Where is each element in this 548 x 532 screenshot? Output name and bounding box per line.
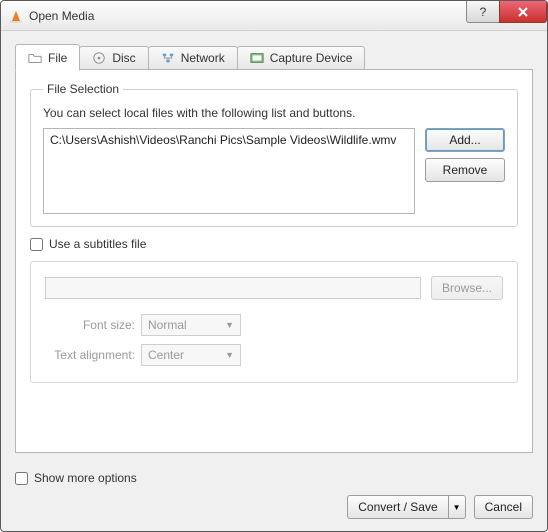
chevron-down-icon: ▼ <box>225 320 234 330</box>
file-list[interactable]: C:\Users\Ashish\Videos\Ranchi Pics\Sampl… <box>43 128 415 214</box>
folder-icon <box>28 51 42 65</box>
capture-icon <box>250 51 264 65</box>
remove-button[interactable]: Remove <box>425 158 505 182</box>
browse-button: Browse... <box>431 276 503 300</box>
show-more-label: Show more options <box>34 471 137 485</box>
network-icon <box>161 51 175 65</box>
show-more-row: Show more options <box>15 471 533 485</box>
dialog-footer: Show more options Convert / Save ▼ Cance… <box>1 463 547 531</box>
font-size-select: Normal ▼ <box>141 314 241 336</box>
tab-network[interactable]: Network <box>148 46 238 70</box>
file-selection-group: File Selection You can select local file… <box>30 82 518 227</box>
help-button[interactable]: ? <box>466 1 500 23</box>
convert-save-button[interactable]: Convert / Save <box>347 495 447 519</box>
tab-disc[interactable]: Disc <box>79 46 148 70</box>
use-subtitles-checkbox[interactable] <box>30 238 43 251</box>
content-area: File Disc Network Capture Device File Se… <box>1 31 547 463</box>
subtitles-group: Browse... Font size: Normal ▼ Text align… <box>30 261 518 383</box>
titlebar: Open Media ? <box>1 1 547 31</box>
tab-file-label: File <box>48 51 67 65</box>
close-button[interactable] <box>499 1 547 23</box>
tab-file[interactable]: File <box>15 44 80 71</box>
font-size-label: Font size: <box>45 318 135 332</box>
disc-icon <box>92 51 106 65</box>
use-subtitles-label: Use a subtitles file <box>49 237 146 251</box>
window-controls: ? <box>467 1 547 23</box>
convert-save-dropdown[interactable]: ▼ <box>448 495 466 519</box>
show-more-checkbox[interactable] <box>15 472 28 485</box>
alignment-select: Center ▼ <box>141 344 241 366</box>
open-media-dialog: Open Media ? File Disc Network C <box>0 0 548 532</box>
file-selection-legend: File Selection <box>43 82 123 96</box>
tab-capture-label: Capture Device <box>270 51 353 65</box>
tab-strip: File Disc Network Capture Device <box>15 43 533 70</box>
tab-capture[interactable]: Capture Device <box>237 46 366 70</box>
add-button[interactable]: Add... <box>425 128 505 152</box>
window-title: Open Media <box>29 9 94 23</box>
use-subtitles-row: Use a subtitles file <box>30 237 518 251</box>
tab-disc-label: Disc <box>112 51 135 65</box>
chevron-down-icon: ▼ <box>225 350 234 360</box>
file-entry[interactable]: C:\Users\Ashish\Videos\Ranchi Pics\Sampl… <box>50 133 408 147</box>
font-size-value: Normal <box>148 318 187 332</box>
alignment-label: Text alignment: <box>45 348 135 362</box>
file-selection-hint: You can select local files with the foll… <box>43 106 505 120</box>
convert-save-split: Convert / Save ▼ <box>347 495 465 519</box>
cancel-button[interactable]: Cancel <box>474 495 533 519</box>
tab-panel-file: File Selection You can select local file… <box>15 69 533 453</box>
subtitle-path-input <box>45 277 421 299</box>
app-icon <box>9 9 23 23</box>
tab-network-label: Network <box>181 51 225 65</box>
alignment-value: Center <box>148 348 184 362</box>
